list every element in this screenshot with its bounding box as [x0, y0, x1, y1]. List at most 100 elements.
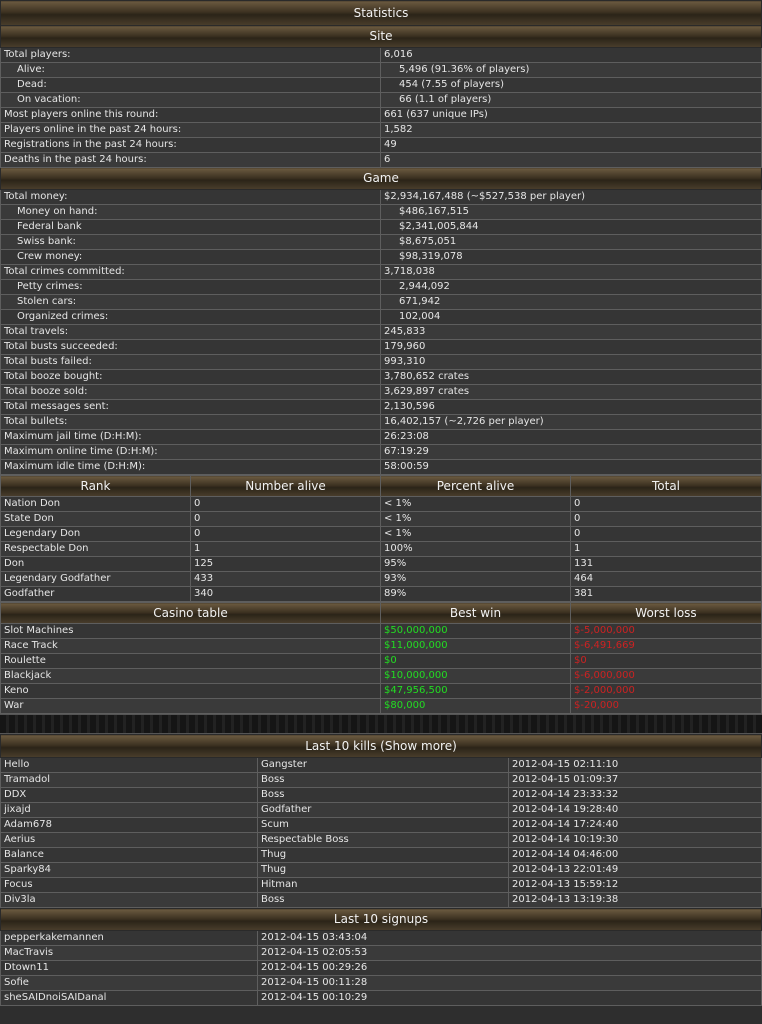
- stat-label: Deaths in the past 24 hours:: [0, 152, 381, 168]
- rank-row-cell: 0: [570, 526, 762, 542]
- stat-value: 671,942: [379, 294, 762, 310]
- stat-row: Total crimes committed: 3,718,038: [0, 264, 762, 280]
- site-stats: Total players: 6,016 Alive: 5,496 (91.36% o…: [0, 47, 762, 168]
- kill-row-cell: jixajd: [0, 802, 258, 818]
- stat-row: Money on hand: $486,167,515: [0, 204, 762, 220]
- stat-value: $2,934,167,488 (~$527,538 per player): [379, 189, 762, 205]
- kill-row-cell: Gangster: [257, 757, 509, 773]
- column-header: Total: [570, 475, 762, 497]
- casino-row-cell: $0: [380, 653, 571, 669]
- statistics-table: Statistics Site Total players: 6,016 Alive…: [0, 0, 762, 475]
- kill-row-cell: Godfather: [257, 802, 509, 818]
- stat-label: Most players online this round:: [0, 107, 381, 123]
- stat-label: Total booze bought:: [0, 369, 381, 385]
- stat-label: On vacation:: [0, 92, 381, 108]
- stat-row: Federal bank $2,341,005,844: [0, 219, 762, 235]
- casino-row-cell: $-20,000: [570, 698, 762, 714]
- rank-row-cell: 340: [190, 586, 381, 602]
- stat-label: Total busts failed:: [0, 354, 381, 370]
- stat-row: Alive: 5,496 (91.36% of players): [0, 62, 762, 78]
- signups-section-title: Last 10 signups: [0, 908, 762, 931]
- stat-label: Total messages sent:: [0, 399, 381, 415]
- kill-row-cell: Adam678: [0, 817, 258, 833]
- kill-row-cell: Boss: [257, 892, 509, 908]
- game-stats: Total money: $2,934,167,488 (~$527,538 pe…: [0, 189, 762, 475]
- kill-row-cell: 2012-04-14 17:24:40: [507, 817, 762, 833]
- stat-row: Swiss bank: $8,675,051: [0, 234, 762, 250]
- signup-row-cell: sheSAIDnoiSAIDanal: [0, 990, 258, 1006]
- casino-row-cell: $-5,000,000: [570, 623, 762, 639]
- kills-section-title[interactable]: Last 10 kills (Show more): [0, 734, 762, 758]
- stat-value: 3,780,652 crates: [379, 369, 762, 385]
- casino-row-cell: $47,956,500: [380, 683, 571, 699]
- stat-value: 1,582: [379, 122, 762, 138]
- rank-row-cell: 0: [190, 496, 381, 512]
- signup-row: pepperkakemannen 2012-04-15 03:43:04: [0, 930, 762, 946]
- rank-row-cell: 125: [190, 556, 381, 572]
- casino-row-cell: Blackjack: [0, 668, 381, 684]
- signup-row: sheSAIDnoiSAIDanal 2012-04-15 00:10:29: [0, 990, 762, 1006]
- stat-value: 49: [379, 137, 762, 153]
- stat-row: Players online in the past 24 hours: 1,58…: [0, 122, 762, 138]
- stat-value: $2,341,005,844: [379, 219, 762, 235]
- kill-row-cell: Sparky84: [0, 862, 258, 878]
- stat-row: On vacation: 66 (1.1 of players): [0, 92, 762, 108]
- signup-row: Dtown11 2012-04-15 00:29:26: [0, 960, 762, 976]
- rank-row-cell: Godfather: [0, 586, 191, 602]
- stat-label: Total booze sold:: [0, 384, 381, 400]
- casino-row-cell: $10,000,000: [380, 668, 571, 684]
- rank-row-cell: Respectable Don: [0, 541, 191, 557]
- page-title: Statistics: [0, 0, 762, 26]
- casino-row-cell: Slot Machines: [0, 623, 381, 639]
- casino-row-cell: $-6,491,669: [570, 638, 762, 654]
- rank-row-cell: 100%: [380, 541, 571, 557]
- rank-row-cell: 93%: [380, 571, 571, 587]
- kill-row: Div3la Boss 2012-04-13 13:19:38: [0, 892, 762, 908]
- kill-row-cell: 2012-04-15 02:11:10: [507, 757, 762, 773]
- kill-row-cell: Hello: [0, 757, 258, 773]
- stat-value: 2,130,596: [379, 399, 762, 415]
- kill-row-cell: Thug: [257, 847, 509, 863]
- rank-row-cell: 381: [570, 586, 762, 602]
- column-header: Number alive: [190, 475, 381, 497]
- stat-value: 245,833: [379, 324, 762, 340]
- rank-row-cell: 0: [190, 526, 381, 542]
- stat-row: Total booze sold: 3,629,897 crates: [0, 384, 762, 400]
- column-header: Worst loss: [570, 602, 762, 624]
- stat-label: Maximum idle time (D:H:M):: [0, 459, 381, 475]
- rank-row-cell: 95%: [380, 556, 571, 572]
- column-header: Best win: [380, 602, 571, 624]
- casino-row-cell: $11,000,000: [380, 638, 571, 654]
- stat-row: Dead: 454 (7.55 of players): [0, 77, 762, 93]
- casino-row-cell: $0: [570, 653, 762, 669]
- rank-row-cell: 1: [570, 541, 762, 557]
- rank-row-cell: < 1%: [380, 526, 571, 542]
- rank-row: Legendary Godfather 433 93% 464: [0, 571, 762, 587]
- stat-label: Money on hand:: [0, 204, 381, 220]
- stat-row: Crew money: $98,319,078: [0, 249, 762, 265]
- stat-value: 6: [379, 152, 762, 168]
- stat-row: Total bullets: 16,402,157 (~2,726 per pla…: [0, 414, 762, 430]
- kill-row: Tramadol Boss 2012-04-15 01:09:37: [0, 772, 762, 788]
- rank-row-cell: 0: [570, 496, 762, 512]
- rank-row: Nation Don 0 < 1% 0: [0, 496, 762, 512]
- stat-label: Total travels:: [0, 324, 381, 340]
- casino-row-cell: $80,000: [380, 698, 571, 714]
- rank-row: Don 125 95% 131: [0, 556, 762, 572]
- rank-row-cell: 1: [190, 541, 381, 557]
- stat-value: 67:19:29: [379, 444, 762, 460]
- kill-row-cell: 2012-04-14 04:46:00: [507, 847, 762, 863]
- stat-value: 3,629,897 crates: [379, 384, 762, 400]
- rank-row-cell: Legendary Godfather: [0, 571, 191, 587]
- site-section-title: Site: [0, 25, 762, 48]
- rank-row-cell: 0: [570, 511, 762, 527]
- kill-row-cell: Div3la: [0, 892, 258, 908]
- signup-row-cell: 2012-04-15 02:05:53: [257, 945, 762, 961]
- rank-row-cell: State Don: [0, 511, 191, 527]
- kill-row-cell: 2012-04-14 23:33:32: [507, 787, 762, 803]
- signup-row-cell: Sofie: [0, 975, 258, 991]
- signup-row: Sofie 2012-04-15 00:11:28: [0, 975, 762, 991]
- column-header: Casino table: [0, 602, 381, 624]
- kill-row-cell: Balance: [0, 847, 258, 863]
- kill-row-cell: Focus: [0, 877, 258, 893]
